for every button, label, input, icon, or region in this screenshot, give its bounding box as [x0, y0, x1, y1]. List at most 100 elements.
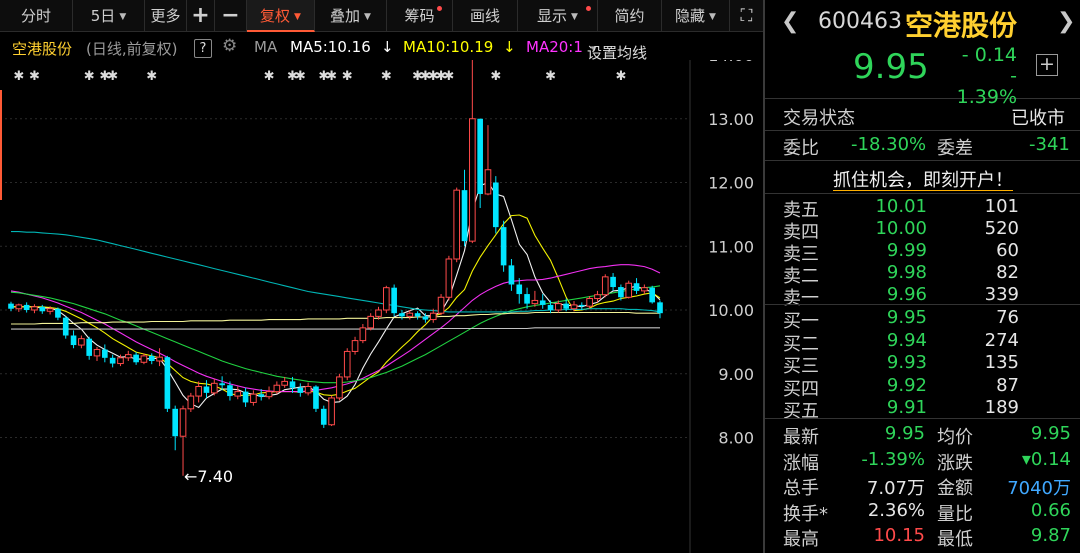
- ask-volume: 82: [996, 262, 1019, 283]
- candle-body: [547, 304, 554, 310]
- candle-body: [406, 312, 414, 317]
- candle-body: [618, 287, 624, 298]
- candle-body: [375, 309, 382, 317]
- candle-body: [570, 304, 578, 310]
- candle-body: [55, 308, 61, 318]
- simple-button[interactable]: 简约: [598, 0, 662, 32]
- stat-label: 量比: [937, 503, 973, 525]
- candle-body: [140, 355, 148, 363]
- ma20-value: MA20:1: [526, 38, 583, 56]
- candle-body: [477, 118, 483, 194]
- stat-label: 金额: [937, 478, 973, 499]
- stat-label: 均价: [937, 427, 973, 448]
- gear-icon[interactable]: ⚙: [222, 36, 237, 56]
- candle-body: [297, 387, 304, 393]
- period-label: 5日: [90, 7, 116, 25]
- candle-body: [445, 258, 453, 298]
- legend-stock-name: 空港股份: [12, 40, 73, 58]
- candle-body: [62, 317, 69, 336]
- candle-body: [343, 350, 351, 378]
- candle-body: [273, 384, 281, 393]
- bid-volume: 87: [996, 374, 1019, 396]
- stat-value: 7.07万: [866, 478, 925, 499]
- event-marker-icon: ✱: [326, 69, 337, 84]
- ma-line-ma120: [11, 311, 660, 325]
- help-icon[interactable]: ?: [194, 39, 212, 58]
- zoom-out-button[interactable]: −: [215, 0, 247, 32]
- event-marker-icon: ✱: [615, 69, 626, 84]
- ask-price: 9.96: [886, 284, 927, 305]
- stat-value: 10.15: [873, 525, 925, 546]
- more-dropdown[interactable]: 更多: [145, 0, 187, 32]
- tab-fenshi[interactable]: 分时: [0, 0, 73, 32]
- arrow-down-icon: ↓: [503, 38, 516, 56]
- bid-level-label: 买五: [783, 401, 819, 422]
- ma-line-ma250: [11, 327, 660, 330]
- chevron-down-icon: ▼: [571, 12, 578, 22]
- candle-body: [46, 308, 54, 312]
- status-value: 已收市: [1011, 108, 1065, 129]
- chevron-down-icon: ▼: [709, 12, 716, 22]
- hide-dropdown[interactable]: 隐藏 ▼: [662, 0, 730, 32]
- y-tick-label: 11.00: [708, 237, 754, 256]
- chevron-down-icon: ▼: [119, 12, 127, 22]
- candle-body: [484, 169, 492, 195]
- ma-settings-button[interactable]: 设置均线 ▾: [587, 38, 647, 62]
- candle-body: [383, 287, 390, 311]
- candle-body: [563, 303, 569, 309]
- candle-body: [242, 391, 249, 403]
- stat-value: 9.95: [884, 423, 925, 444]
- add-watchlist-button[interactable]: +: [1036, 54, 1058, 76]
- event-marker-icon: ✱: [13, 69, 24, 84]
- arrow-down-icon: ↓: [381, 38, 394, 56]
- candle-body: [469, 118, 476, 242]
- candle-body: [500, 227, 507, 266]
- kline-chart[interactable]: 14.0013.0012.0011.0010.009.008.00←14.34←…: [0, 60, 763, 553]
- next-stock-button[interactable]: ❯: [1057, 9, 1075, 34]
- candle-body: [601, 276, 609, 296]
- ask-price: 10.01: [875, 196, 927, 217]
- candle-body: [203, 386, 210, 393]
- weibi-label: 委比: [783, 138, 819, 159]
- candle-body: [539, 300, 546, 305]
- open-account-link[interactable]: 抓住机会，即刻开户！: [833, 166, 1013, 192]
- candle-body: [31, 306, 38, 311]
- low-price-label: ←7.40: [184, 467, 233, 486]
- overlay-label: 叠加: [330, 7, 361, 25]
- chevron-down-icon: ▼: [294, 12, 301, 22]
- candle-body: [641, 287, 648, 292]
- stat-label: 涨跌: [937, 452, 973, 474]
- event-marker-icon: ✱: [107, 69, 118, 84]
- plus-icon: +: [191, 3, 210, 28]
- bid-price: 9.94: [886, 329, 927, 351]
- candle-body: [594, 294, 601, 300]
- chip-button[interactable]: 筹码: [387, 0, 453, 32]
- bid-volume: 274: [984, 329, 1019, 351]
- display-dropdown[interactable]: 显示 ▼: [518, 0, 598, 32]
- draw-line-button[interactable]: 画线: [453, 0, 518, 32]
- candle-body: [524, 294, 530, 304]
- last-price: 9.95: [853, 47, 929, 87]
- candle-body: [610, 276, 616, 288]
- bid-volume: 76: [996, 307, 1019, 328]
- fullscreen-button[interactable]: ⛶: [730, 0, 763, 32]
- candle-body: [250, 393, 257, 403]
- candle-body: [391, 287, 397, 314]
- candle-body: [492, 182, 499, 228]
- zoom-in-button[interactable]: +: [187, 0, 215, 32]
- ma-legend: 空港股份 (日线,前复权) ? ⚙ MA MA5:10.16 ↓ MA10:10…: [0, 34, 763, 62]
- stat-label: 总手: [783, 478, 819, 499]
- fuquan-dropdown[interactable]: 复权 ▼: [247, 0, 315, 32]
- prev-stock-button[interactable]: ❮: [781, 9, 799, 34]
- bid-volume: 189: [984, 397, 1019, 418]
- stat-value: ▾0.14: [1021, 448, 1071, 470]
- candle-body: [93, 349, 101, 357]
- y-tick-label: 8.00: [718, 429, 754, 448]
- candle-body: [555, 303, 562, 311]
- bid-price: 9.91: [886, 397, 927, 418]
- candle-body: [187, 395, 195, 410]
- overlay-dropdown[interactable]: 叠加 ▼: [315, 0, 387, 32]
- candle-body: [367, 315, 375, 329]
- candle-body: [86, 338, 93, 356]
- period-dropdown[interactable]: 5日 ▼: [73, 0, 145, 32]
